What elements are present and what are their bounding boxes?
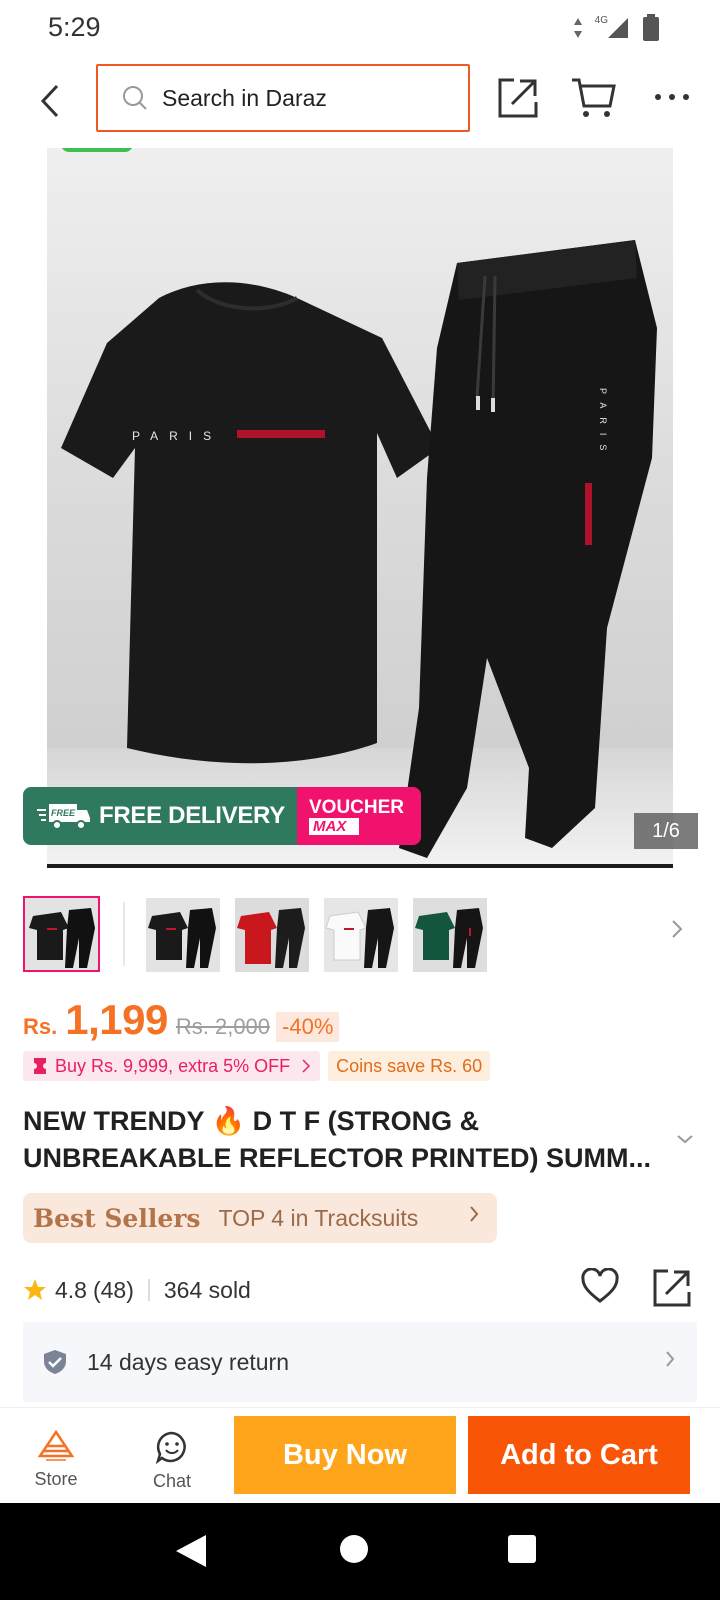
delivery-truck-icon: FREE [37,804,90,830]
store-label: Store [34,1469,78,1489]
best-sellers-rank: TOP 4 in Tracksuits [218,1204,419,1231]
rating-score: 4.8 [55,1276,87,1303]
thumbnail-image [413,898,487,972]
wishlist-button[interactable] [580,1267,622,1308]
thumbnail-2[interactable] [146,898,220,972]
nav-home-button[interactable] [338,1533,378,1573]
store-icon [37,1429,75,1461]
nav-home-icon [340,1535,368,1563]
discount-badge: -40% [276,1012,340,1042]
header: Search in Daraz [0,56,720,148]
chat-button[interactable]: Chat [140,1430,204,1492]
back-arrow-icon [40,84,59,118]
nav-back-icon [176,1535,206,1567]
shirt-print-text: PARIS [132,429,222,443]
thumbnail-5[interactable] [413,898,487,972]
price-row: Rs. 1,199 Rs. 2,000 -40% [23,996,340,1046]
nav-back-button[interactable] [174,1533,214,1573]
chevron-down-icon [677,1135,693,1144]
rating-row[interactable]: 4.8 (48) 364 sold [23,1270,251,1310]
add-to-cart-button[interactable]: Add to Cart [468,1416,690,1494]
chat-label: Chat [152,1471,192,1491]
sold-count: 364 sold [163,1276,251,1303]
buy-now-button[interactable]: Buy Now [234,1416,456,1494]
pants-print-text: PARIS [598,388,608,459]
image-counter: 1/6 [634,813,698,849]
share-icon [498,78,538,118]
more-icon [655,94,689,100]
coins-text: Coins save Rs. 60 [336,1055,483,1076]
chevron-right-icon [672,920,683,938]
thumbnail-image [25,898,98,970]
bottom-action-bar: Store Chat Buy Now Add to Cart [0,1407,720,1503]
search-placeholder: Search in Daraz [162,84,327,111]
system-nav-bar [0,1503,720,1600]
chevron-right-icon [469,1205,479,1229]
best-sellers-label: Best Sellers [33,1203,201,1233]
share-button[interactable] [496,76,540,120]
search-icon [123,86,147,110]
nav-recents-button[interactable] [506,1533,546,1573]
free-delivery-badge: FREE FREE DELIVERY [23,787,297,845]
free-badge-text: FREE [51,808,76,818]
delivery-voucher-banner: FREE FREE DELIVERY VOUCHER MAX [23,787,421,845]
coins-promo[interactable]: Coins save Rs. 60 [328,1051,491,1081]
thumbnail-4[interactable] [324,898,398,972]
best-sellers-banner[interactable]: Best Sellers TOP 4 in Tracksuits [23,1193,497,1243]
rating-separator [147,1279,150,1301]
chevron-right-icon [302,1059,311,1073]
thumbnail-next-button[interactable] [671,918,683,946]
buy-more-text: Buy Rs. 9,999, extra 5% OFF [55,1055,291,1076]
voucher-max-badge: VOUCHER MAX [297,787,421,845]
return-policy-text: 14 days easy return [87,1348,290,1375]
cart-icon [572,78,616,117]
current-price: 1,199 [65,996,168,1043]
shield-check-icon [44,1350,66,1374]
title-expand-button[interactable] [676,1124,694,1150]
store-button[interactable]: Store [24,1429,88,1490]
voucher-icon [34,1058,46,1074]
thumbnail-image [324,898,398,972]
thumbnail-3[interactable] [235,898,309,972]
chat-icon [155,1431,186,1465]
fire-emoji-icon: 🔥 [211,1106,246,1136]
more-options-button[interactable] [652,80,692,116]
share-icon [653,1269,691,1307]
title-part1: NEW TRENDY [23,1106,205,1136]
cart-button[interactable] [570,76,620,120]
thumbnail-divider [123,902,125,966]
free-delivery-text: FREE DELIVERY [99,802,285,829]
promo-row: Buy Rs. 9,999, extra 5% OFF Coins save R… [23,1051,491,1081]
voucher-max-text: MAX [309,817,359,835]
share-product-button[interactable] [652,1268,694,1308]
thumbnail-strip [23,896,703,972]
search-input[interactable]: Search in Daraz [96,64,470,132]
status-time: 5:29 [48,12,101,42]
chevron-right-icon [665,1348,675,1374]
status-bar: 5:29 4G [0,0,720,56]
signal-arrows-icon [573,18,582,38]
voucher-text: VOUCHER [309,796,405,818]
tracksuit-illustration: PARIS PARIS [61,240,657,858]
buy-more-promo[interactable]: Buy Rs. 9,999, extra 5% OFF [23,1051,321,1081]
back-button[interactable] [30,78,70,124]
star-icon [24,1279,46,1300]
thumbnail-image [146,898,220,972]
thumbnail-1[interactable] [23,896,100,972]
rating-count: (48) [92,1276,134,1303]
network-type: 4G [594,14,608,26]
heart-icon [581,1267,619,1303]
status-icons: 4G [573,14,660,42]
return-policy-row[interactable]: 14 days easy return [23,1322,697,1402]
nav-recents-icon [508,1535,536,1563]
product-image-carousel[interactable]: PARIS PARIS [47,148,673,868]
product-title: NEW TRENDY 🔥 D T F (STRONG & UNBREAKABLE… [23,1103,663,1177]
signal-icon [608,18,628,38]
original-price: Rs. 2,000 [175,1014,271,1039]
image-divider [47,864,673,868]
battery-icon [643,14,659,41]
thumbnail-image [235,898,309,972]
price-currency: Rs. [23,1014,58,1039]
